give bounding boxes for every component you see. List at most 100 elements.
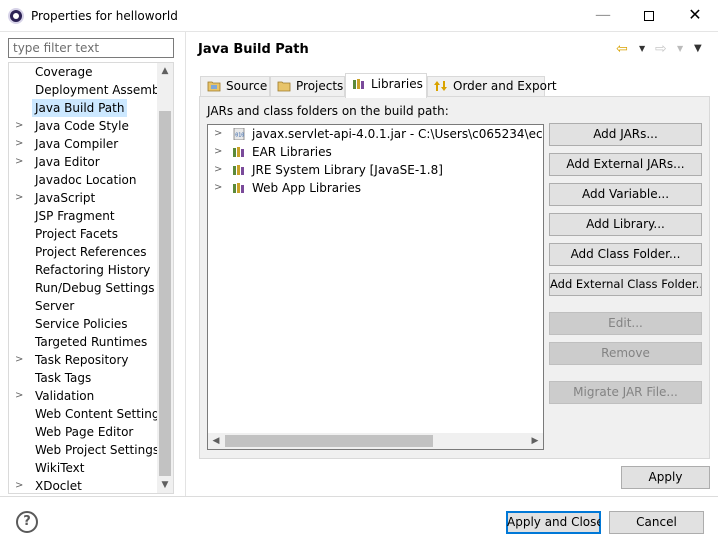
tree-item-coverage[interactable]: Coverage (9, 63, 159, 81)
edit-button[interactable]: Edit... (549, 312, 702, 335)
expand-arrow-icon[interactable]: > (15, 135, 25, 153)
expand-arrow-icon[interactable]: > (214, 125, 222, 143)
tree-item-label: Refactoring History (35, 263, 151, 277)
tree-item-task-tags[interactable]: Task Tags (9, 369, 159, 387)
tree-item-web-project-settings[interactable]: Web Project Settings (9, 441, 159, 459)
back-dropdown-icon[interactable]: ▼ (639, 38, 645, 60)
expand-arrow-icon[interactable]: > (15, 153, 25, 171)
eclipse-app-icon (8, 8, 24, 24)
add-variable-button[interactable]: Add Variable... (549, 183, 702, 206)
svg-text:010: 010 (235, 133, 244, 139)
tree-item-java-build-path[interactable]: Java Build Path (9, 99, 159, 117)
tab-libraries[interactable]: Libraries (345, 73, 427, 98)
tree-item-label: Server (35, 299, 75, 313)
tab-projects[interactable]: Projects (270, 76, 345, 97)
forward-arrow-icon[interactable]: ⇨ (655, 38, 667, 60)
filter-input[interactable] (8, 38, 174, 58)
tree-item-label: Project Facets (35, 227, 118, 241)
minimize-button[interactable]: — (580, 0, 626, 32)
tree-item-jsp-fragment[interactable]: JSP Fragment (9, 207, 159, 225)
tree-item-label: Web Project Settings (35, 443, 160, 457)
tab-source[interactable]: Source (200, 76, 270, 97)
tree-item-label: XDoclet (35, 479, 82, 493)
tree-item-java-code-style[interactable]: > Java Code Style (9, 117, 159, 135)
tree-item-task-repository[interactable]: > Task Repository (9, 351, 159, 369)
tree-vertical-scrollbar[interactable]: ▲ ▼ (157, 63, 173, 493)
tree-item-label: Run/Debug Settings (35, 281, 155, 295)
tree-item-refactoring-history[interactable]: Refactoring History (9, 261, 159, 279)
tab-order-and-export[interactable]: Order and Export (427, 76, 557, 97)
expand-arrow-icon[interactable]: > (15, 117, 25, 135)
properties-tree-list: Coverage Deployment Assembly Java Build Pa… (9, 63, 170, 493)
tree-item-java-editor[interactable]: > Java Editor (9, 153, 159, 171)
tree-item-label: Deployment Assembly (35, 83, 171, 97)
source-folder-icon (207, 81, 221, 91)
back-arrow-icon[interactable]: ⇦ (616, 38, 628, 60)
scroll-up-arrow-icon[interactable]: ▲ (157, 63, 173, 79)
libraries-tree[interactable]: > 010 javax.servlet-api-4.0.1.jar - C:\U… (207, 124, 544, 450)
tree-item-server[interactable]: Server (9, 297, 159, 315)
expand-arrow-icon[interactable]: > (15, 477, 25, 493)
tree-item-label: Java Build Path (32, 99, 128, 117)
scroll-right-arrow-icon[interactable]: ▶ (527, 433, 543, 449)
tree-item-label: WikiText (35, 461, 85, 475)
tree-item-targeted-runtimes[interactable]: Targeted Runtimes (9, 333, 159, 351)
tree-item-deployment-assembly[interactable]: Deployment Assembly (9, 81, 170, 99)
tree-item-label: Web Content Settings (35, 407, 166, 421)
tree-item-service-policies[interactable]: Service Policies (9, 315, 159, 333)
close-button[interactable]: ✕ (672, 0, 718, 32)
tree-item-wikitext[interactable]: WikiText (9, 459, 159, 477)
expand-arrow-icon[interactable]: > (15, 351, 25, 369)
panel-divider[interactable] (185, 32, 186, 497)
apply-and-close-button[interactable]: Apply and Close (506, 511, 601, 534)
title-bar: Properties for helloworld — ✕ (0, 0, 718, 32)
tree-item-label: JavaScript (35, 191, 96, 205)
library-icon (233, 183, 244, 193)
remove-button[interactable]: Remove (549, 342, 702, 365)
scrollbar-thumb[interactable] (225, 435, 433, 447)
page-title: Java Build Path (198, 42, 309, 57)
view-menu-icon[interactable]: ▼ (694, 38, 702, 60)
properties-tree[interactable]: Coverage Deployment Assembly Java Build Pa… (8, 62, 174, 494)
tree-item-xdoclet[interactable]: > XDoclet (9, 477, 159, 493)
tree-item-label: Java Code Style (35, 119, 129, 133)
forward-dropdown-icon[interactable]: ▼ (677, 38, 683, 60)
tree-item-label: Service Policies (35, 317, 128, 331)
tree-item-project-facets[interactable]: Project Facets (9, 225, 159, 243)
tree-item-web-content-settings[interactable]: Web Content Settings (9, 405, 166, 423)
scroll-left-arrow-icon[interactable]: ◀ (208, 433, 224, 449)
tree-item-label: Javadoc Location (35, 173, 137, 187)
libraries-icon (353, 78, 364, 89)
expand-arrow-icon[interactable]: > (214, 143, 222, 161)
scroll-down-arrow-icon[interactable]: ▼ (157, 477, 173, 493)
expand-arrow-icon[interactable]: > (214, 179, 222, 197)
expand-arrow-icon[interactable]: > (15, 387, 25, 405)
tree-item-web-page-editor[interactable]: Web Page Editor (9, 423, 159, 441)
add-class-folder-button[interactable]: Add Class Folder... (549, 243, 702, 266)
expand-arrow-icon[interactable]: > (15, 189, 25, 207)
tree-item-run-debug-settings[interactable]: Run/Debug Settings (9, 279, 159, 297)
tree-item-javascript[interactable]: > JavaScript (9, 189, 159, 207)
add-external-class-folder-button[interactable]: Add External Class Folder... (549, 273, 702, 296)
maximize-button[interactable] (626, 0, 672, 32)
tree-item-validation[interactable]: > Validation (9, 387, 159, 405)
tree-item-label: Task Tags (35, 371, 92, 385)
expand-arrow-icon[interactable]: > (214, 161, 222, 179)
add-library-button[interactable]: Add Library... (549, 213, 702, 236)
add-external-jars-button[interactable]: Add External JARs... (549, 153, 702, 176)
tree-item-project-references[interactable]: Project References (9, 243, 159, 261)
migrate-jar-file-button[interactable]: Migrate JAR File... (549, 381, 702, 404)
help-icon[interactable]: ? (16, 511, 38, 533)
apply-button[interactable]: Apply (621, 466, 710, 489)
tree-item-java-compiler[interactable]: > Java Compiler (9, 135, 159, 153)
tree-item-label: Web Page Editor (35, 425, 134, 439)
add-jars-button[interactable]: Add JARs... (549, 123, 702, 146)
libraries-horizontal-scrollbar[interactable]: ◀ ▶ (208, 433, 543, 449)
window-title: Properties for helloworld (31, 9, 178, 23)
scrollbar-thumb[interactable] (159, 111, 171, 476)
jar-icon: 010 (233, 128, 245, 140)
cancel-button[interactable]: Cancel (609, 511, 704, 534)
tree-item-javadoc-location[interactable]: Javadoc Location (9, 171, 159, 189)
library-icon (233, 147, 244, 157)
tree-item-label: JSP Fragment (35, 209, 115, 223)
